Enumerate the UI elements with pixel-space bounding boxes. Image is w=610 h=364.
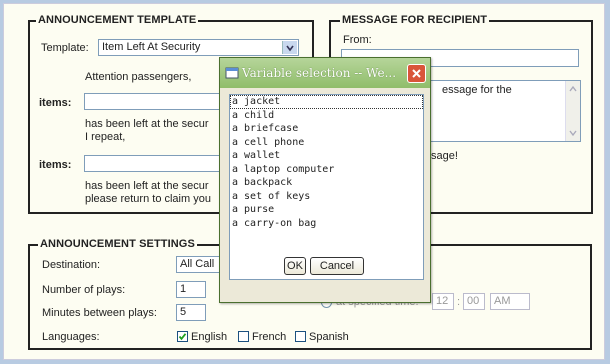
template-line-2a: has been left at the secur xyxy=(85,118,209,130)
announcement-template-legend: ANNOUNCEMENT TEMPLATE xyxy=(36,14,199,26)
items-input-2[interactable] xyxy=(84,155,234,172)
list-item-0[interactable]: a jacket xyxy=(230,95,423,109)
close-icon xyxy=(412,69,421,78)
time-colon: : xyxy=(457,296,461,308)
languages-label: Languages: xyxy=(42,331,100,343)
template-line-1: Attention passengers, xyxy=(85,71,192,83)
variable-selection-dialog: Variable selection -- We... a jacket a c… xyxy=(219,57,431,303)
message-recipient-legend: MESSAGE FOR RECIPIENT xyxy=(340,14,490,26)
list-item-7[interactable]: a set of keys xyxy=(230,190,423,204)
items-input-1[interactable] xyxy=(84,93,234,110)
message-scrollbar[interactable] xyxy=(565,81,580,141)
checkmark-icon xyxy=(178,333,187,341)
ampm-select[interactable]: AM xyxy=(490,293,530,310)
window-icon xyxy=(225,67,239,79)
items-label-1: items: xyxy=(39,97,72,109)
app-canvas: ANNOUNCEMENT TEMPLATE Template: Item Lef… xyxy=(3,3,605,360)
list-item-9[interactable]: a carry-on bag xyxy=(230,217,423,231)
english-label: English xyxy=(191,331,228,343)
variable-list[interactable]: a jacket a child a briefcase a cell phon… xyxy=(229,94,424,280)
minute-input[interactable]: 00 xyxy=(463,293,485,310)
plays-value: 1 xyxy=(180,283,187,295)
template-select[interactable]: Item Left At Security xyxy=(98,39,299,56)
minute-value: 00 xyxy=(467,295,480,307)
spanish-label: Spanish xyxy=(309,331,349,343)
minutes-input[interactable]: 5 xyxy=(176,304,206,321)
template-line-3: has been left at the secur please return… xyxy=(85,180,211,206)
template-line-3b: please return to claim you xyxy=(85,193,211,205)
plays-input[interactable]: 1 xyxy=(176,281,206,298)
destination-label: Destination: xyxy=(42,259,101,271)
dialog-titlebar[interactable]: Variable selection -- We... xyxy=(220,58,430,88)
items-label-2: items: xyxy=(39,159,72,171)
template-select-value: Item Left At Security xyxy=(102,41,201,53)
list-item-5[interactable]: a laptop computer xyxy=(230,163,423,177)
destination-value: All Call xyxy=(180,258,215,270)
hour-value: 12 xyxy=(436,295,449,307)
list-item-8[interactable]: a purse xyxy=(230,203,423,217)
hour-input[interactable]: 12 xyxy=(432,293,454,310)
list-item-2[interactable]: a briefcase xyxy=(230,122,423,136)
announcement-settings-legend: ANNOUNCEMENT SETTINGS xyxy=(38,238,197,250)
close-button[interactable] xyxy=(407,64,426,83)
template-line-2: has been left at the secur I repeat, xyxy=(85,118,209,144)
message-note: sage! xyxy=(431,150,458,162)
plays-label: Number of plays: xyxy=(42,284,126,296)
chevron-down-icon[interactable] xyxy=(282,41,297,54)
template-line-2b: I repeat, xyxy=(85,131,126,143)
dialog-title: Variable selection -- We... xyxy=(242,66,397,80)
minutes-label: Minutes between plays: xyxy=(42,307,157,319)
scroll-down-icon[interactable] xyxy=(566,127,580,139)
ampm-value: AM xyxy=(494,295,511,307)
list-item-1[interactable]: a child xyxy=(230,109,423,123)
ok-button[interactable]: OK xyxy=(284,257,306,275)
template-line-3a: has been left at the secur xyxy=(85,180,209,192)
list-item-4[interactable]: a wallet xyxy=(230,149,423,163)
template-label: Template: xyxy=(41,42,89,54)
destination-select[interactable]: All Call xyxy=(176,256,221,273)
scroll-up-icon[interactable] xyxy=(566,83,580,95)
message-text: essage for the xyxy=(442,84,512,96)
from-label: From: xyxy=(343,34,372,46)
minutes-value: 5 xyxy=(180,306,187,318)
list-item-3[interactable]: a cell phone xyxy=(230,136,423,150)
english-checkbox[interactable] xyxy=(177,331,188,342)
french-checkbox[interactable] xyxy=(238,331,249,342)
list-item-6[interactable]: a backpack xyxy=(230,176,423,190)
cancel-button[interactable]: Cancel xyxy=(310,257,364,275)
french-label: French xyxy=(252,331,287,343)
spanish-checkbox[interactable] xyxy=(295,331,306,342)
